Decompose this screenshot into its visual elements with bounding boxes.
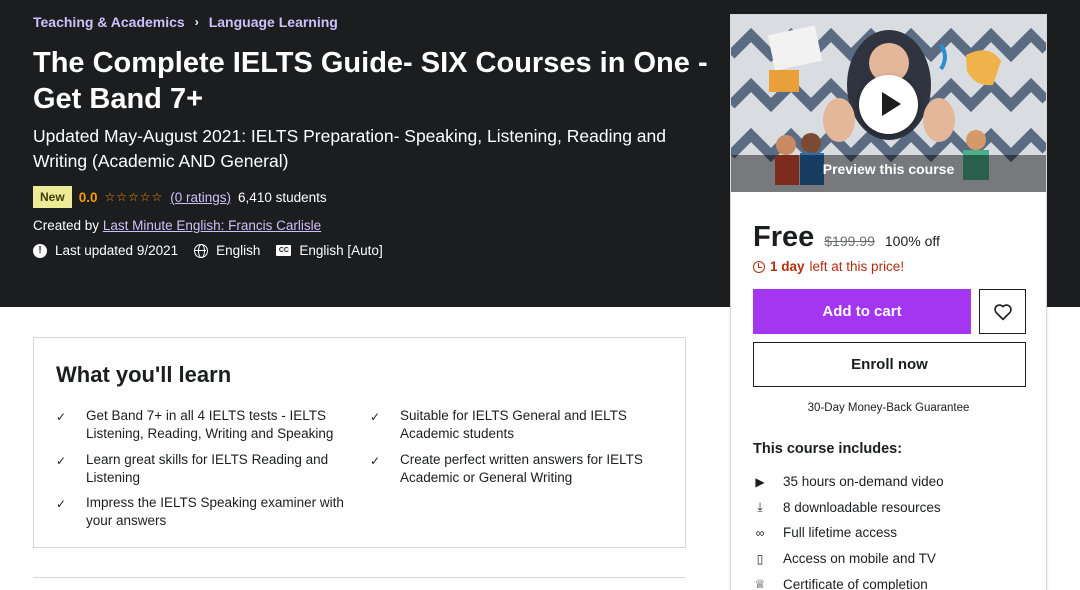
new-badge: New xyxy=(33,186,72,208)
timer-text: left at this price! xyxy=(809,259,905,274)
include-item: ▶ 35 hours on-demand video xyxy=(753,469,944,495)
original-price: $199.99 xyxy=(824,233,875,249)
check-icon: ✓ xyxy=(56,453,67,468)
learn-item: ✓ Impress the IELTS Speaking examiner wit… xyxy=(56,494,346,530)
include-item-label: 35 hours on-demand video xyxy=(783,474,944,490)
closed-captions-icon: CC xyxy=(276,245,292,256)
learn-item-text: Impress the IELTS Speaking examiner with… xyxy=(86,495,344,528)
learn-list-right: ✓ Suitable for IELTS General and IELTS Ac… xyxy=(370,407,660,494)
breadcrumb-chevron-icon: › xyxy=(194,15,199,29)
captions-text: English [Auto] xyxy=(299,243,383,258)
alarm-clock-icon xyxy=(753,260,765,273)
check-icon: ✓ xyxy=(56,410,67,424)
course-title: The Complete IELTS Guide- SIX Courses in… xyxy=(33,47,708,115)
money-back-guarantee: 30-Day Money-Back Guarantee xyxy=(807,402,970,414)
learn-item: ✓ Get Band 7+ in all 4 IELTS tests - IELT… xyxy=(56,407,346,443)
price-row: Free $199.99 100% off xyxy=(753,221,940,254)
preview-label[interactable]: Preview this course xyxy=(731,161,1046,177)
enroll-now-button[interactable]: Enroll now xyxy=(753,342,1026,387)
section-divider xyxy=(33,577,686,578)
last-updated-text: Last updated 9/2021 xyxy=(55,243,179,258)
star-rating-icon: ☆☆☆☆☆ xyxy=(104,190,164,204)
video-icon: ▶ xyxy=(755,474,765,489)
breadcrumb-teaching-academics[interactable]: Teaching & Academics xyxy=(33,14,185,30)
ratings-link[interactable]: (0 ratings) xyxy=(170,190,231,205)
heart-icon xyxy=(993,303,1012,320)
alert-icon: ! xyxy=(33,243,47,258)
created-by-label: Created by xyxy=(33,218,100,233)
discount-timer: 1 day left at this price! xyxy=(753,259,904,274)
include-item: ♕ Certificate of completion xyxy=(753,571,944,590)
check-icon: ✓ xyxy=(370,410,381,424)
current-price: Free xyxy=(753,221,815,253)
include-item-label: 8 downloadable resources xyxy=(783,499,941,515)
learn-item-text: Suitable for IELTS General and IELTS Aca… xyxy=(400,408,627,441)
play-icon[interactable] xyxy=(859,75,918,134)
learn-item: ✓ Create perfect written answers for IELT… xyxy=(370,451,660,487)
include-item: ▯ Access on mobile and TV xyxy=(753,546,944,572)
check-icon: ✓ xyxy=(56,497,67,511)
globe-icon xyxy=(194,243,209,258)
course-captions: CC English [Auto] xyxy=(276,243,383,258)
trophy-icon: ♕ xyxy=(754,577,766,590)
includes-title: This course includes: xyxy=(753,441,903,457)
include-item: ⤓ 8 downloadable resources xyxy=(753,495,944,521)
purchase-sidebar: Preview this course Free $199.99 100% of… xyxy=(730,14,1047,590)
add-to-cart-button[interactable]: Add to cart xyxy=(753,289,971,334)
breadcrumb-language-learning[interactable]: Language Learning xyxy=(209,14,338,30)
what-you-will-learn: What you'll learn ✓ Get Band 7+ in all 4 … xyxy=(33,337,686,548)
timer-days: 1 day xyxy=(770,259,805,274)
check-icon: ✓ xyxy=(370,453,381,468)
learn-item-text: Learn great skills for IELTS Reading and… xyxy=(86,451,329,485)
infinity-icon: ∞ xyxy=(755,525,765,540)
course-language: English xyxy=(194,243,260,258)
breadcrumb: Teaching & Academics › Language Learning xyxy=(33,14,338,30)
learn-item-text: Create perfect written answers for IELTS… xyxy=(400,451,643,485)
wishlist-button[interactable] xyxy=(979,289,1026,334)
learn-item: ✓ Suitable for IELTS General and IELTS Ac… xyxy=(370,407,660,443)
file-download-icon: ⤓ xyxy=(757,499,763,514)
learn-title: What you'll learn xyxy=(56,362,232,387)
include-item-label: Full lifetime access xyxy=(783,525,898,541)
include-item-label: Access on mobile and TV xyxy=(783,551,936,567)
discount-percent: 100% off xyxy=(884,233,940,249)
language-text: English xyxy=(216,243,261,258)
learn-item-text: Get Band 7+ in all 4 IELTS tests - IELTS… xyxy=(86,408,334,441)
course-subtitle: Updated May-August 2021: IELTS Preparati… xyxy=(33,126,666,171)
created-by-row: Created by Last Minute English: Francis … xyxy=(33,218,321,233)
learn-item: ✓ Learn great skills for IELTS Reading an… xyxy=(56,451,346,487)
mobile-icon: ▯ xyxy=(756,551,764,566)
course-preview-video[interactable]: Preview this course xyxy=(731,15,1046,192)
student-count: 6,410 students xyxy=(238,189,327,205)
include-item-label: Certificate of completion xyxy=(783,576,928,590)
include-item: ∞ Full lifetime access xyxy=(753,520,944,546)
learn-list-left: ✓ Get Band 7+ in all 4 IELTS tests - IELT… xyxy=(56,407,346,538)
includes-list: ▶ 35 hours on-demand video ⤓ 8 downloadabl… xyxy=(753,469,944,590)
rating-row: New 0.0 ☆☆☆☆☆ (0 ratings) 6,410 students xyxy=(33,186,327,208)
instructor-link[interactable]: Last Minute English: Francis Carlisle xyxy=(103,218,321,233)
rating-value: 0.0 xyxy=(78,189,98,205)
last-updated: ! Last updated 9/2021 xyxy=(33,243,178,258)
course-meta-row: ! Last updated 9/2021 English CC English… xyxy=(33,243,399,258)
